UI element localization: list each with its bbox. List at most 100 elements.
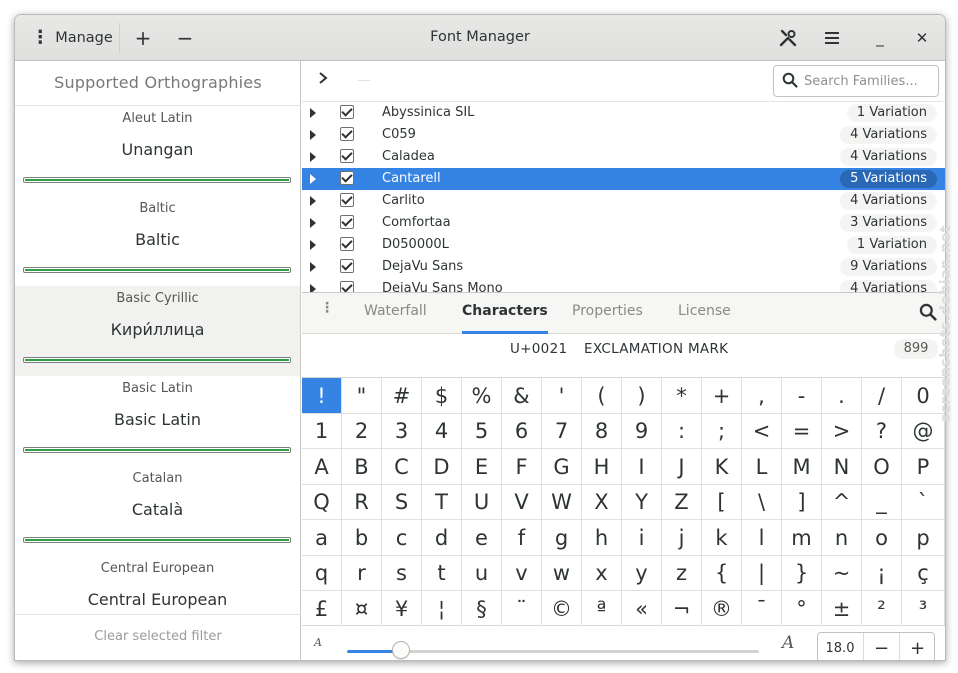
font-family-row[interactable]: Abyssinica SIL 1 Variation (302, 102, 945, 124)
character-cell[interactable]: G (542, 449, 582, 485)
main-menu-button[interactable] (815, 21, 849, 55)
character-cell[interactable]: < (742, 414, 782, 449)
character-cell[interactable]: ) (622, 378, 662, 414)
character-cell[interactable]: s (382, 556, 422, 591)
character-cell[interactable]: _ (862, 485, 902, 520)
family-checkbox[interactable] (340, 149, 354, 163)
character-cell[interactable]: * (662, 378, 702, 414)
character-cell[interactable]: a (302, 520, 342, 556)
character-cell[interactable]: [ (702, 485, 742, 520)
family-checkbox[interactable] (340, 215, 354, 229)
search-box[interactable] (773, 65, 939, 97)
character-cell[interactable]: - (782, 378, 822, 414)
character-cell[interactable]: : (662, 414, 702, 449)
character-cell[interactable]: O (862, 449, 902, 485)
orthography-item[interactable]: Basic Latin Basic Latin (15, 376, 300, 466)
family-checkbox[interactable] (340, 259, 354, 273)
character-cell[interactable]: § (462, 591, 502, 627)
character-cell[interactable]: l (742, 520, 782, 556)
character-cell[interactable]: $ (422, 378, 462, 414)
character-cell[interactable]: 7 (542, 414, 582, 449)
character-cell[interactable]: K (702, 449, 742, 485)
character-cell[interactable]: S (382, 485, 422, 520)
character-cell[interactable]: y (622, 556, 662, 591)
character-cell[interactable]: V (502, 485, 542, 520)
expander-triangle-icon[interactable] (310, 108, 316, 118)
size-spinbutton[interactable]: − + (817, 632, 935, 660)
character-map-grid[interactable]: ! " # $% & '() * +, -./0 1 2 3 4 5 6 7 8 9:; < = >? @ A B C D E F G H… (302, 377, 945, 627)
clear-filter-button[interactable]: Clear selected filter (15, 629, 301, 644)
character-cell[interactable]: ª (582, 591, 622, 627)
character-cell[interactable]: " (342, 378, 382, 414)
character-cell[interactable]: 1 (302, 414, 342, 449)
character-cell[interactable]: Q (302, 485, 342, 520)
expander-triangle-icon[interactable] (310, 196, 316, 206)
character-cell[interactable]: > (822, 414, 862, 449)
character-cell[interactable]: m (782, 520, 822, 556)
character-cell[interactable]: o (862, 520, 902, 556)
character-cell[interactable]: w (542, 556, 582, 591)
character-cell[interactable]: + (702, 378, 742, 414)
character-cell[interactable]: # (382, 378, 422, 414)
search-families-input[interactable] (804, 70, 932, 92)
size-value-input[interactable] (818, 633, 862, 660)
character-cell[interactable]: ' (542, 378, 582, 414)
family-checkbox[interactable] (340, 281, 354, 292)
character-cell[interactable]: n (822, 520, 862, 556)
character-cell[interactable]: . (822, 378, 862, 414)
character-cell[interactable]: 3 (382, 414, 422, 449)
character-cell[interactable]: ® (702, 591, 742, 627)
font-family-row[interactable]: Caladea 4 Variations (302, 146, 945, 168)
character-cell[interactable]: ` (902, 485, 945, 520)
character-cell[interactable]: ¤ (342, 591, 382, 627)
character-cell[interactable]: { (702, 556, 742, 591)
character-cell[interactable]: } (782, 556, 822, 591)
character-cell[interactable]: t (422, 556, 462, 591)
character-cell[interactable]: j (662, 520, 702, 556)
character-cell[interactable]: ; (702, 414, 742, 449)
font-family-row[interactable]: Carlito 4 Variations (302, 190, 945, 212)
orthography-list[interactable]: Aleut Latin Unangan Baltic Baltic Basic Cyri… (15, 106, 300, 613)
character-cell[interactable]: « (622, 591, 662, 627)
character-cell[interactable]: z (662, 556, 702, 591)
expander-triangle-icon[interactable] (310, 240, 316, 250)
character-cell[interactable]: A (302, 449, 342, 485)
search-icon[interactable] (919, 303, 937, 321)
orthography-item[interactable]: Catalan Català (15, 466, 300, 556)
character-cell[interactable]: N (822, 449, 862, 485)
character-cell[interactable]: ¦ (422, 591, 462, 627)
font-family-row[interactable]: Comfortaa 3 Variations (302, 212, 945, 234)
character-cell[interactable]: 6 (502, 414, 542, 449)
character-cell[interactable]: ² (862, 591, 902, 627)
tab-characters[interactable]: Characters (462, 303, 548, 334)
character-cell[interactable]: 9 (622, 414, 662, 449)
character-cell[interactable]: d (422, 520, 462, 556)
character-cell[interactable]: J (662, 449, 702, 485)
character-cell[interactable]: & (502, 378, 542, 414)
character-cell[interactable]: f (502, 520, 542, 556)
font-family-row[interactable]: DejaVu Sans 9 Variations (302, 256, 945, 278)
character-cell[interactable]: I (622, 449, 662, 485)
character-cell[interactable]: H (582, 449, 622, 485)
character-cell[interactable]: U (462, 485, 502, 520)
expander-triangle-icon[interactable] (310, 262, 316, 272)
expander-triangle-icon[interactable] (310, 218, 316, 228)
character-cell[interactable]: ¥ (382, 591, 422, 627)
character-cell[interactable]: X (582, 485, 622, 520)
orthography-item[interactable]: Basic Cyrillic Кири́ллица (15, 286, 300, 376)
minimize-button[interactable]: _ (863, 21, 897, 55)
orthography-item[interactable]: Aleut Latin Unangan (15, 106, 300, 196)
character-cell[interactable]: 2 (342, 414, 382, 449)
family-checkbox[interactable] (340, 105, 354, 119)
character-cell[interactable]: D (422, 449, 462, 485)
character-cell[interactable]: r (342, 556, 382, 591)
family-checkbox[interactable] (340, 193, 354, 207)
character-cell[interactable]: ? (862, 414, 902, 449)
character-cell[interactable]: p (902, 520, 945, 556)
character-cell[interactable]: / (862, 378, 902, 414)
character-cell[interactable]: 8 (582, 414, 622, 449)
character-cell[interactable]: B (342, 449, 382, 485)
character-cell[interactable]: Y (622, 485, 662, 520)
character-cell[interactable]: R (342, 485, 382, 520)
character-cell[interactable]: L (742, 449, 782, 485)
